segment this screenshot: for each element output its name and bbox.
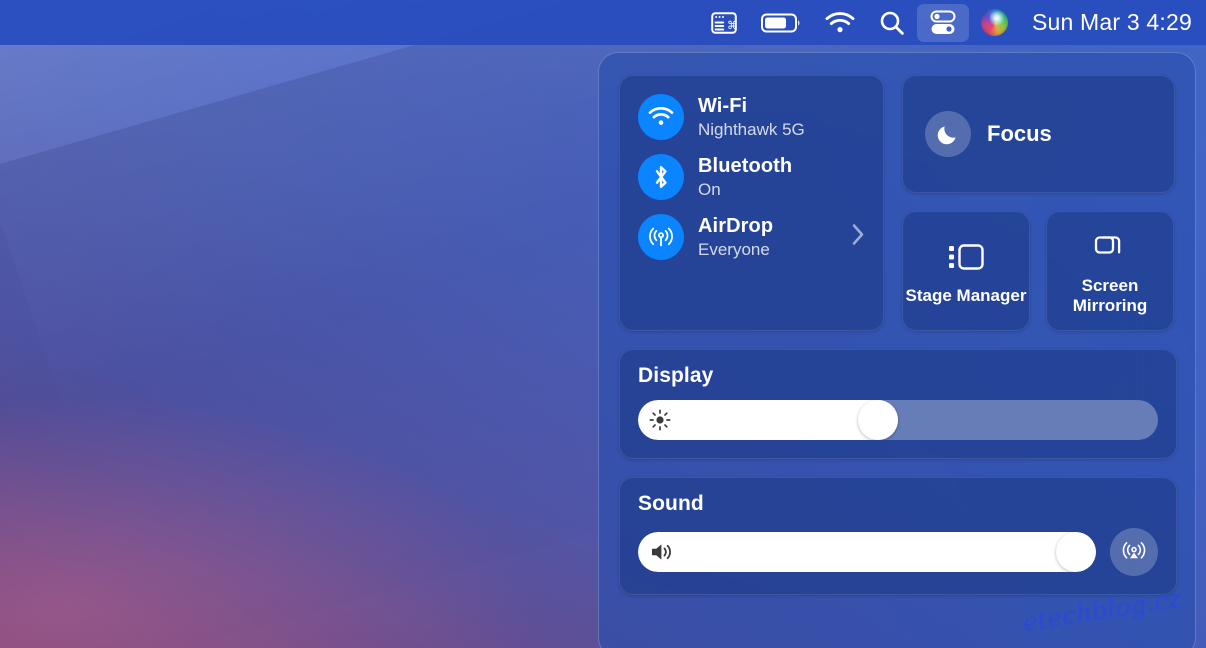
sound-slider-knob[interactable] (1056, 532, 1096, 572)
control-center-top-row: Wi-Fi Nighthawk 5G Bluetooth On (619, 75, 1175, 331)
control-center-icon[interactable] (917, 4, 969, 42)
menu-bar: ⌘ (0, 0, 1206, 45)
display-brightness-slider[interactable] (638, 400, 1158, 440)
airdrop-text: AirDrop Everyone (698, 215, 773, 260)
control-center-tile-row: Stage Manager Screen Mirroring (902, 211, 1175, 331)
sound-title: Sound (638, 492, 1158, 516)
airdrop-subtitle: Everyone (698, 240, 773, 260)
bluetooth-row[interactable]: Bluetooth On (638, 154, 867, 200)
siri-icon[interactable] (969, 0, 1020, 45)
brightness-icon (649, 409, 671, 431)
focus-tile[interactable]: Focus (902, 75, 1175, 193)
display-slider-line (638, 400, 1158, 440)
wifi-row[interactable]: Wi-Fi Nighthawk 5G (638, 94, 867, 140)
siri-orb (981, 9, 1008, 36)
display-module: Display (619, 349, 1177, 459)
airdrop-icon (638, 214, 684, 260)
shortcuts-icon[interactable]: ⌘ (699, 0, 749, 45)
chevron-right-icon[interactable] (851, 223, 865, 252)
moon-icon (925, 111, 971, 157)
connectivity-module: Wi-Fi Nighthawk 5G Bluetooth On (619, 75, 884, 331)
screen-mirroring-icon (1090, 231, 1130, 268)
screen-mirroring-tile[interactable]: Screen Mirroring (1046, 211, 1174, 331)
display-title: Display (638, 364, 1158, 388)
stage-manager-label: Stage Manager (906, 286, 1027, 306)
screen: ⌘ (0, 0, 1206, 648)
bluetooth-subtitle: On (698, 180, 792, 200)
wifi-icon (638, 94, 684, 140)
svg-text:⌘: ⌘ (727, 19, 737, 32)
airdrop-row[interactable]: AirDrop Everyone (638, 214, 867, 260)
battery-icon[interactable] (749, 0, 813, 45)
bluetooth-title: Bluetooth (698, 155, 792, 178)
menu-bar-clock[interactable]: Sun Mar 3 4:29 (1020, 9, 1192, 36)
stage-manager-tile[interactable]: Stage Manager (902, 211, 1030, 331)
control-center-panel: Wi-Fi Nighthawk 5G Bluetooth On (598, 52, 1196, 648)
search-icon[interactable] (867, 0, 917, 45)
focus-label: Focus (987, 121, 1052, 147)
wifi-text: Wi-Fi Nighthawk 5G (698, 95, 805, 140)
screen-mirroring-label: Screen Mirroring (1047, 276, 1173, 315)
bluetooth-text: Bluetooth On (698, 155, 792, 200)
airdrop-title: AirDrop (698, 215, 773, 238)
airplay-button[interactable] (1110, 528, 1158, 576)
stage-manager-icon (946, 241, 986, 278)
wifi-icon[interactable] (813, 0, 867, 45)
sound-module: Sound (619, 477, 1177, 595)
wifi-title: Wi-Fi (698, 95, 805, 118)
wallpaper-pink-glow (0, 389, 555, 648)
control-center-right-column: Focus Stage Manager (902, 75, 1175, 331)
wifi-subtitle: Nighthawk 5G (698, 120, 805, 140)
sound-volume-slider[interactable] (638, 532, 1096, 572)
sound-slider-line (638, 528, 1158, 576)
speaker-icon (649, 541, 675, 563)
display-slider-knob[interactable] (858, 400, 898, 440)
bluetooth-icon (638, 154, 684, 200)
sound-slider-fill (638, 532, 1096, 572)
